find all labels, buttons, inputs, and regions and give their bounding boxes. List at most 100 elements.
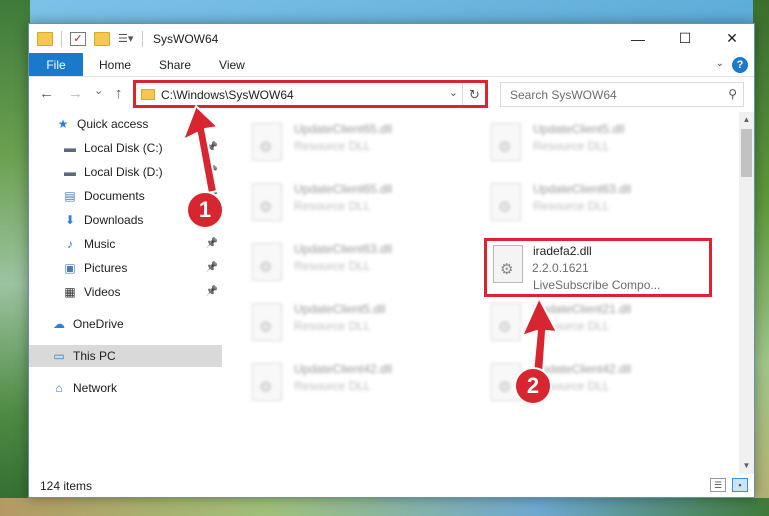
file-description: Resource DLL (294, 139, 371, 153)
sidebar-item[interactable]: ⌂ Network (29, 377, 222, 399)
step-1-badge: 1 (186, 191, 224, 229)
file-item[interactable]: UpdateClient21.dll Resource DLL (483, 296, 713, 352)
sidebar-item-label: Videos (84, 285, 121, 299)
help-icon[interactable]: ? (732, 57, 748, 73)
file-item[interactable]: UpdateClient5.dll Resource DLL (483, 116, 713, 172)
file-item[interactable]: UpdateClient63.dll Resource DLL (483, 176, 713, 232)
title-bar: ✓ ☰▾ SysWOW64 — ☐ ✕ (29, 24, 754, 53)
sidebar-item-label: Downloads (84, 213, 144, 227)
scrollbar-thumb[interactable] (741, 129, 752, 177)
dll-file-icon (252, 303, 282, 341)
details-view-icon[interactable]: ☰ (710, 478, 726, 492)
file-description: Resource DLL (294, 379, 371, 393)
file-description: Resource DLL (294, 319, 371, 333)
search-input[interactable] (501, 83, 711, 106)
divider (142, 30, 143, 47)
tab-view[interactable]: View (205, 53, 259, 76)
file-description: Resource DLL (294, 259, 371, 273)
dll-file-icon (491, 303, 521, 341)
video-icon: ▦ (64, 285, 76, 299)
file-name: UpdateClient5.dll (294, 302, 386, 316)
maximize-button[interactable]: ☐ (662, 24, 708, 53)
sidebar-item[interactable]: ▣ Pictures 📌 (29, 257, 222, 279)
expand-ribbon-icon[interactable]: ⌄ (716, 58, 724, 69)
minimize-button[interactable]: — (615, 24, 661, 53)
sidebar-item[interactable]: ▭ This PC (29, 345, 222, 367)
new-folder-icon[interactable] (94, 31, 110, 46)
item-count: 124 items (40, 478, 93, 493)
sidebar-item[interactable]: ▬ Local Disk (D:) 📌 (29, 161, 222, 183)
file-name: UpdateClient65.dll (294, 182, 393, 196)
file-item[interactable]: UpdateClient65.dll Resource DLL (244, 176, 474, 232)
sidebar-item-label: Network (73, 381, 118, 395)
sidebar-item[interactable]: ♪ Music 📌 (29, 233, 222, 255)
file-name: UpdateClient42.dll (294, 362, 393, 376)
large-icons-view-icon[interactable]: ▪ (732, 478, 748, 492)
dll-file-icon (252, 123, 282, 161)
file-description: Resource DLL (294, 199, 371, 213)
scroll-down-arrow-icon[interactable]: ▼ (739, 458, 754, 474)
file-description: Resource DLL (533, 199, 610, 213)
star-icon: ★ (57, 117, 69, 131)
pin-icon[interactable]: 📌 (206, 142, 218, 153)
file-description: Resource DLL (533, 319, 610, 333)
window-title: SysWOW64 (153, 31, 219, 46)
sidebar-item-label: This PC (73, 349, 116, 363)
step-2-badge: 2 (514, 367, 552, 405)
properties-icon[interactable]: ✓ (70, 31, 86, 46)
sidebar-item-label: Local Disk (D:) (84, 165, 163, 179)
pin-icon[interactable]: 📌 (206, 286, 218, 297)
sidebar-item-label: Documents (84, 189, 145, 203)
file-description: Resource DLL (533, 139, 610, 153)
file-name: UpdateClient5.dll (533, 122, 625, 136)
music-icon: ♪ (67, 237, 73, 251)
recent-locations-icon[interactable]: ⌄ (94, 84, 103, 97)
file-item[interactable]: UpdateClient42.dll Resource DLL (244, 356, 474, 412)
back-arrow-icon[interactable]: ← (39, 85, 54, 102)
dll-file-icon (252, 363, 282, 401)
navigation-pane: ★ Quick access ▬ Local Disk (C:) 📌 ▬ Local Dis… (29, 112, 222, 474)
file-name: UpdateClient65.dll (294, 122, 393, 136)
sidebar-item-label: Music (84, 237, 116, 251)
sidebar-item[interactable]: ▬ Local Disk (C:) 📌 (29, 137, 222, 159)
file-name: UpdateClient63.dll (294, 242, 393, 256)
desktop-wallpaper-left (0, 0, 30, 516)
cloud-icon: ☁ (53, 317, 65, 331)
address-bar-highlight (133, 80, 488, 108)
status-bar: 124 items ☰ ▪ (29, 474, 754, 497)
close-button[interactable]: ✕ (709, 24, 755, 53)
drive-icon: ▬ (64, 141, 76, 155)
search-icon[interactable]: ⚲ (728, 87, 737, 101)
file-name: UpdateClient63.dll (533, 182, 632, 196)
forward-arrow-icon[interactable]: → (68, 85, 83, 102)
customize-toolbar-icon[interactable]: ☰▾ (118, 32, 134, 46)
desktop-wallpaper-right (753, 0, 769, 516)
file-item[interactable]: UpdateClient63.dll Resource DLL (244, 236, 474, 292)
dll-file-icon (252, 243, 282, 281)
sidebar-item[interactable]: ☁ OneDrive (29, 313, 222, 335)
drive-icon: ▬ (64, 165, 76, 179)
file-highlight (484, 238, 712, 297)
sidebar-item-label: Local Disk (C:) (84, 141, 163, 155)
pin-icon[interactable]: 📌 (206, 238, 218, 249)
vertical-scrollbar[interactable]: ▲ ▼ (739, 112, 754, 474)
pin-icon[interactable]: 📌 (206, 262, 218, 273)
tab-share[interactable]: Share (145, 53, 205, 76)
search-box[interactable]: ⚲ (500, 82, 744, 107)
tab-file[interactable]: File (29, 53, 83, 76)
pin-icon[interactable]: 📌 (206, 166, 218, 177)
dll-file-icon (252, 183, 282, 221)
tab-home[interactable]: Home (83, 53, 145, 76)
sidebar-item-label: OneDrive (73, 317, 124, 331)
up-arrow-icon[interactable]: ↑ (115, 85, 123, 102)
sidebar-item[interactable]: ▦ Videos 📌 (29, 281, 222, 303)
desktop-wallpaper-bottom (0, 498, 769, 516)
sidebar-item[interactable]: ★ Quick access (29, 113, 222, 135)
ribbon-tabs: File Home Share View ⌄ ? (29, 53, 754, 77)
file-item[interactable]: UpdateClient5.dll Resource DLL (244, 296, 474, 352)
document-icon: ▤ (64, 189, 76, 203)
pictures-icon: ▣ (64, 261, 76, 275)
dll-file-icon (491, 123, 521, 161)
file-item[interactable]: UpdateClient65.dll Resource DLL (244, 116, 474, 172)
scroll-up-arrow-icon[interactable]: ▲ (739, 112, 754, 128)
